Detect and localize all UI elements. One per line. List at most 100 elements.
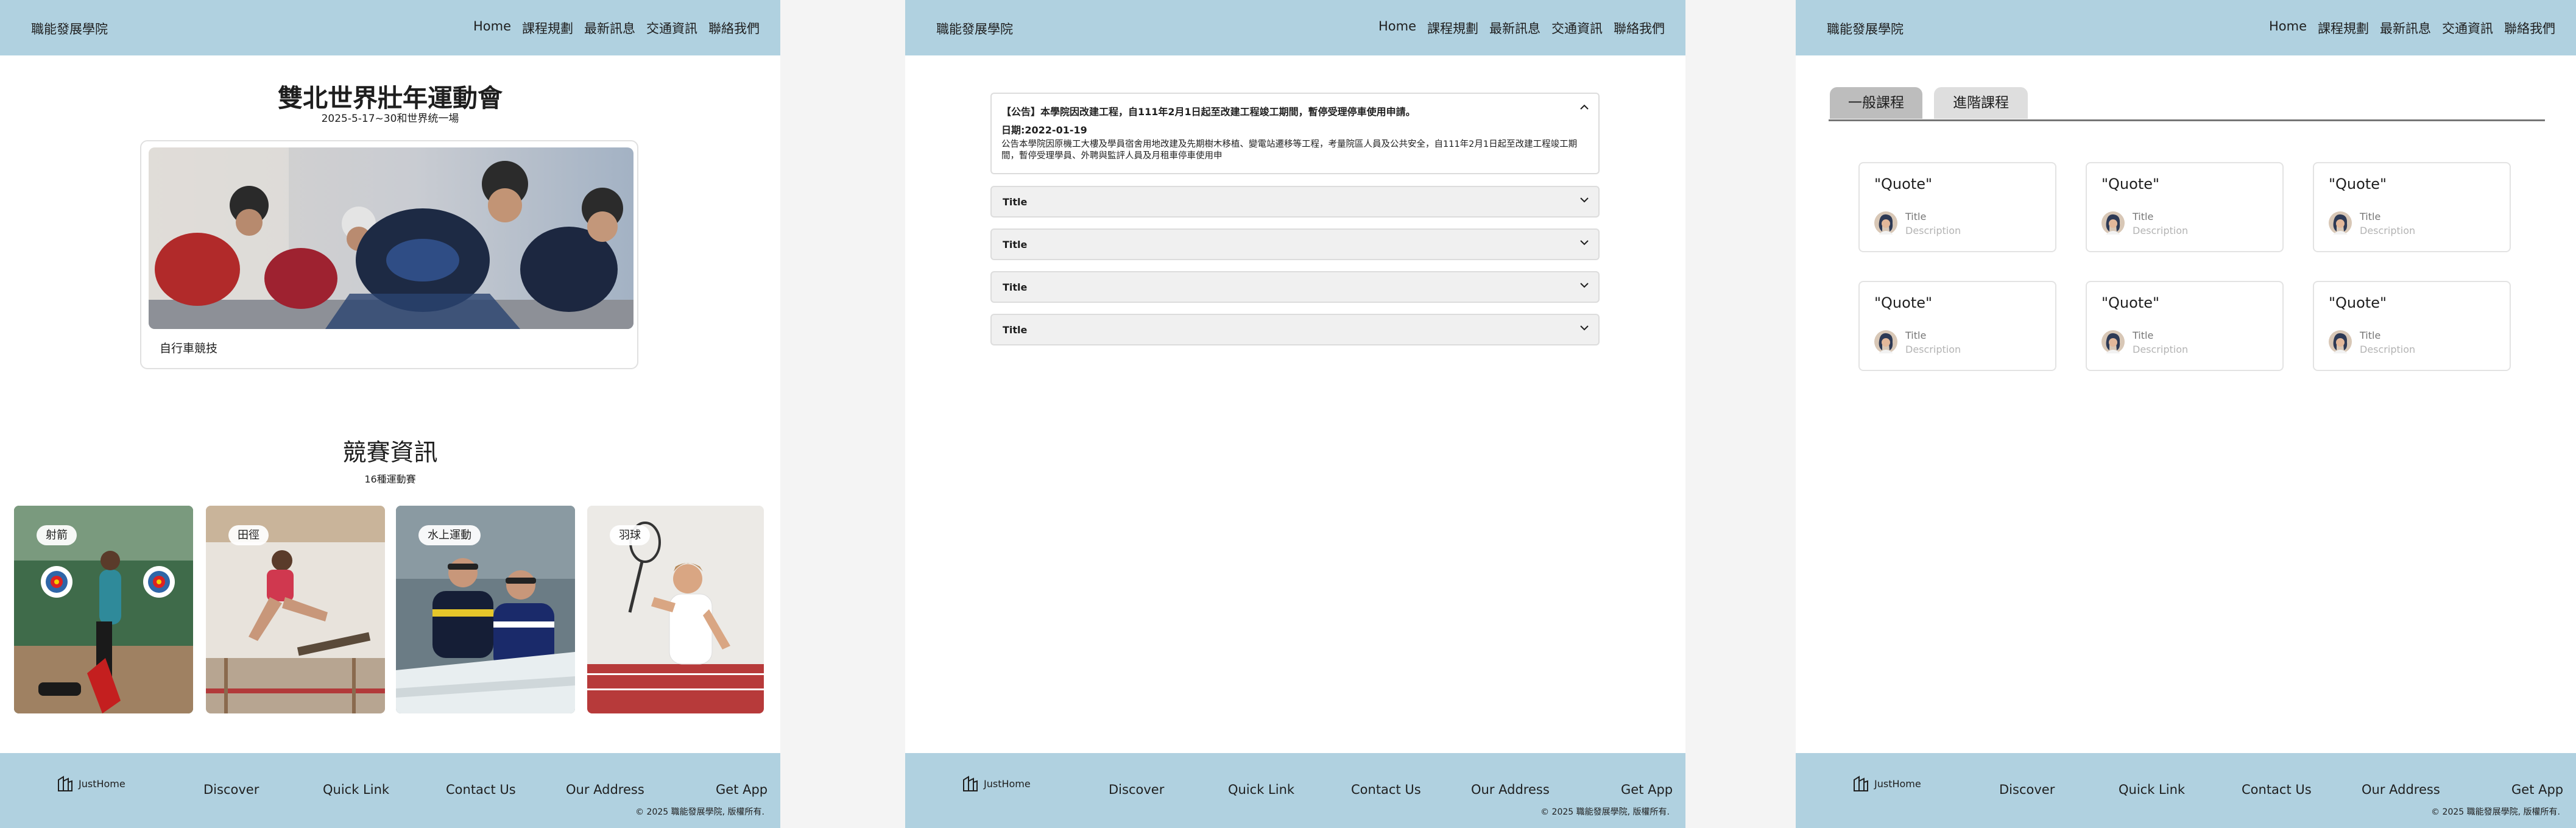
nav-home[interactable]: Home (1378, 19, 1416, 37)
accordion-item[interactable]: Title (990, 186, 1600, 218)
nav-home[interactable]: Home (2269, 19, 2307, 37)
nav-news[interactable]: 最新訊息 (2380, 19, 2431, 37)
tab-advanced-courses[interactable]: 進階課程 (1934, 87, 2028, 119)
course-card[interactable]: "Quote" Title Description (2086, 281, 2284, 371)
course-description: Description (2360, 344, 2416, 355)
course-title: Title (1905, 330, 1927, 341)
footer-link-quick-link[interactable]: Quick Link (1228, 782, 1294, 797)
accordion-item-open[interactable]: 【公告】本學院因改建工程，自111年2月1日起至改建工程竣工期間，暫停受理停車使… (990, 93, 1600, 174)
main-nav: Home 課程規劃 最新訊息 交通資訊 聯絡我們 (473, 19, 760, 37)
site-footer: JustHome Discover Quick Link Contact Us … (1796, 753, 2576, 828)
site-footer: JustHome Discover Quick Link Contact Us … (905, 753, 1685, 828)
avatar-icon (2101, 330, 2125, 353)
chevron-up-icon[interactable] (1580, 103, 1589, 113)
nav-news[interactable]: 最新訊息 (584, 19, 635, 37)
site-brand[interactable]: 職能發展學院 (936, 19, 1013, 38)
course-quote: "Quote" (1874, 175, 1933, 193)
course-title: Title (2360, 211, 2381, 222)
course-description: Description (2133, 344, 2189, 355)
nav-courses[interactable]: 課程規劃 (1427, 19, 1478, 37)
course-quote: "Quote" (2101, 294, 2160, 311)
sport-card-archery[interactable]: 射箭 (14, 506, 193, 713)
footer-link-get-app[interactable]: Get App (716, 782, 768, 797)
footer-logo[interactable]: JustHome (57, 775, 125, 792)
footer-link-quick-link[interactable]: Quick Link (2119, 782, 2185, 797)
accordion-item[interactable]: Title (990, 314, 1600, 345)
nav-contact[interactable]: 聯絡我們 (1614, 19, 1665, 37)
accordion-title: Title (1003, 239, 1028, 250)
chevron-down-icon (1580, 324, 1589, 333)
hero-caption: 自行車競技 (160, 342, 218, 355)
building-logo-icon (1854, 776, 1868, 791)
footer-link-address[interactable]: Our Address (1471, 782, 1550, 797)
footer-link-address[interactable]: Our Address (2362, 782, 2440, 797)
tab-general-courses[interactable]: 一般課程 (1830, 87, 1922, 119)
footer-link-get-app[interactable]: Get App (2511, 782, 2563, 797)
avatar-icon (2329, 330, 2352, 353)
site-footer: JustHome Discover Quick Link Contact Us … (0, 753, 780, 828)
avatar-icon (1874, 330, 1897, 353)
footer-link-discover[interactable]: Discover (1109, 782, 1164, 797)
nav-courses[interactable]: 課程規劃 (2318, 19, 2369, 37)
nav-traffic[interactable]: 交通資訊 (2442, 19, 2493, 37)
chevron-down-icon (1580, 238, 1589, 248)
footer-link-quick-link[interactable]: Quick Link (323, 782, 389, 797)
course-title: Title (2133, 330, 2154, 341)
footer-logo[interactable]: JustHome (962, 775, 1031, 792)
accordion-item[interactable]: Title (990, 271, 1600, 303)
main-nav: Home 課程規劃 最新訊息 交通資訊 聯絡我們 (1378, 19, 1665, 37)
footer-logo-text: JustHome (984, 777, 1031, 790)
nav-contact[interactable]: 聯絡我們 (2504, 19, 2555, 37)
news-page: 職能發展學院 Home 課程規劃 最新訊息 交通資訊 聯絡我們 【公告】本學院因… (905, 0, 1685, 828)
footer-logo-text: JustHome (1874, 777, 1921, 790)
course-card[interactable]: "Quote" Title Description (1858, 281, 2056, 371)
course-title: Title (2360, 330, 2381, 341)
sport-tag-archery: 射箭 (37, 525, 77, 545)
avatar-icon (1874, 211, 1897, 235)
footer-link-discover[interactable]: Discover (1999, 782, 2055, 797)
site-brand[interactable]: 職能發展學院 (1827, 19, 1904, 38)
accordion-title: Title (1003, 324, 1028, 336)
sport-tag-athletics: 田徑 (228, 525, 269, 545)
course-description: Description (2133, 225, 2189, 236)
building-logo-icon (963, 776, 978, 791)
footer-link-discover[interactable]: Discover (203, 782, 259, 797)
nav-courses[interactable]: 課程規劃 (522, 19, 573, 37)
accordion-date: 日期:2022-01-19 (1001, 124, 1087, 136)
accordion-title: 【公告】本學院因改建工程，自111年2月1日起至改建工程竣工期間，暫停受理停車使… (1001, 106, 1416, 118)
sport-tag-badminton: 羽球 (610, 525, 650, 545)
nav-contact[interactable]: 聯絡我們 (708, 19, 760, 37)
course-card[interactable]: "Quote" Title Description (2313, 281, 2511, 371)
footer-link-contact[interactable]: Contact Us (1351, 782, 1421, 797)
footer-link-get-app[interactable]: Get App (1621, 782, 1673, 797)
tab-divider (1829, 119, 2545, 121)
site-header: 職能發展學院 Home 課程規劃 最新訊息 交通資訊 聯絡我們 (1796, 0, 2576, 55)
footer-link-contact[interactable]: Contact Us (446, 782, 516, 797)
building-logo-icon (58, 776, 72, 791)
competition-section-subtitle: 16種運動賽 (364, 473, 416, 485)
site-header: 職能發展學院 Home 課程規劃 最新訊息 交通資訊 聯絡我們 (0, 0, 780, 55)
course-card[interactable]: "Quote" Title Description (2313, 162, 2511, 252)
chevron-down-icon (1580, 196, 1589, 205)
nav-traffic[interactable]: 交通資訊 (646, 19, 697, 37)
sport-card-badminton[interactable]: 羽球 (587, 506, 764, 713)
site-brand[interactable]: 職能發展學院 (31, 19, 108, 38)
footer-link-contact[interactable]: Contact Us (2242, 782, 2312, 797)
sport-card-water-sports[interactable]: 水上運動 (396, 506, 575, 713)
course-card[interactable]: "Quote" Title Description (2086, 162, 2284, 252)
course-quote: "Quote" (1874, 294, 1933, 311)
hero-card[interactable]: 自行車競技 (140, 140, 638, 369)
course-card[interactable]: "Quote" Title Description (1858, 162, 2056, 252)
nav-news[interactable]: 最新訊息 (1489, 19, 1540, 37)
nav-traffic[interactable]: 交通資訊 (1551, 19, 1603, 37)
accordion-item[interactable]: Title (990, 228, 1600, 260)
nav-home[interactable]: Home (473, 19, 511, 37)
course-quote: "Quote" (2329, 294, 2387, 311)
sport-card-athletics[interactable]: 田徑 (206, 506, 385, 713)
course-title: Title (2133, 211, 2154, 222)
course-quote: "Quote" (2101, 175, 2160, 193)
accordion-body: 公告本學院因原機工大樓及學員宿舍用地改建及先期樹木移植、變電站遷移等工程，考量院… (1001, 140, 1578, 161)
footer-logo[interactable]: JustHome (1853, 775, 1921, 792)
competition-section-title: 競賽資訊 (342, 439, 438, 467)
footer-link-address[interactable]: Our Address (566, 782, 644, 797)
